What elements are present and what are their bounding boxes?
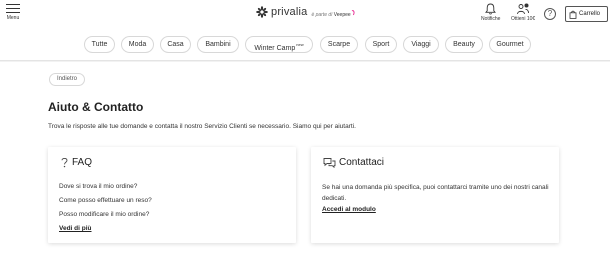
cart-button[interactable]: Carrello — [565, 6, 608, 22]
contact-card-header: Contattaci — [323, 157, 384, 168]
menu-label: Menu — [6, 15, 20, 21]
see-more-link[interactable]: Vedi di più — [59, 225, 92, 232]
question-mark-icon — [61, 157, 68, 168]
logo-tagline: è parte di Veepee — [311, 9, 355, 18]
help-icon[interactable]: ? — [544, 8, 556, 20]
people-gift-icon — [517, 3, 530, 15]
veepee-heart-icon — [351, 9, 355, 15]
flower-logo-icon — [256, 6, 268, 18]
contact-form-link[interactable]: Accedi al modulo — [322, 206, 376, 213]
nav-item-beauty[interactable]: Beauty — [445, 36, 483, 53]
nav-item-bambini[interactable]: Bambini — [197, 36, 239, 53]
faq-question[interactable]: Dove si trova il mio ordine? — [59, 183, 137, 190]
nav-item-casa[interactable]: Casa — [160, 36, 191, 53]
invite-reward-button[interactable]: Ottieni 10€ — [511, 3, 535, 22]
logo-tagline-brand: Veepee — [333, 11, 351, 18]
hamburger-icon — [4, 4, 22, 13]
logo-wordmark: privalia — [271, 6, 308, 18]
faq-question[interactable]: Come posso effettuare un reso? — [59, 197, 152, 204]
contact-card: Contattaci Se hai una domanda più specif… — [311, 147, 559, 243]
faq-card: FAQ Dove si trova il mio ordine? Come po… — [48, 147, 296, 243]
main-content: Indietro Aiuto & Contatto Trova le rispo… — [0, 62, 610, 280]
nav-item-moda[interactable]: Moda — [121, 36, 154, 53]
category-nav: Tutte Moda Casa Bambini Winter Campnew S… — [0, 29, 610, 61]
chat-bubbles-icon — [323, 158, 336, 168]
contact-title: Contattaci — [339, 157, 385, 168]
top-header: Menu privalia è parte di Veepee Notifich… — [0, 0, 610, 29]
bell-icon — [485, 3, 497, 15]
nav-item-scarpe[interactable]: Scarpe — [320, 36, 358, 53]
reward-label: Ottieni 10€ — [511, 16, 536, 22]
nav-item-winter-camp-label: Winter Camp — [254, 45, 296, 52]
logo-tagline-text: è parte di — [311, 11, 333, 18]
faq-card-header: FAQ — [60, 157, 92, 168]
new-badge: new — [296, 42, 304, 47]
nav-item-winter-camp[interactable]: Winter Campnew — [245, 36, 313, 53]
notifications-button[interactable]: Notifiche — [481, 3, 500, 22]
page-intro: Trova le risposte alle tue domande e con… — [48, 123, 356, 130]
cart-label: Carrello — [579, 11, 601, 17]
contact-description: Se hai una domanda più specifica, puoi c… — [322, 184, 549, 202]
page-title: Aiuto & Contatto — [48, 100, 144, 114]
nav-item-sport[interactable]: Sport — [365, 36, 397, 53]
nav-item-tutte[interactable]: Tutte — [84, 36, 115, 53]
shopping-bag-icon — [569, 10, 577, 19]
notifications-label: Notifiche — [481, 16, 501, 22]
nav-item-gourmet[interactable]: Gourmet — [489, 36, 531, 53]
privalia-logo[interactable]: privalia è parte di Veepee — [256, 6, 356, 18]
faq-question[interactable]: Posso modificare il mio ordine? — [59, 211, 149, 218]
back-button[interactable]: Indietro — [49, 73, 86, 86]
menu-button[interactable]: Menu — [4, 4, 22, 21]
nav-item-viaggi[interactable]: Viaggi — [403, 36, 439, 53]
faq-title: FAQ — [72, 157, 93, 168]
